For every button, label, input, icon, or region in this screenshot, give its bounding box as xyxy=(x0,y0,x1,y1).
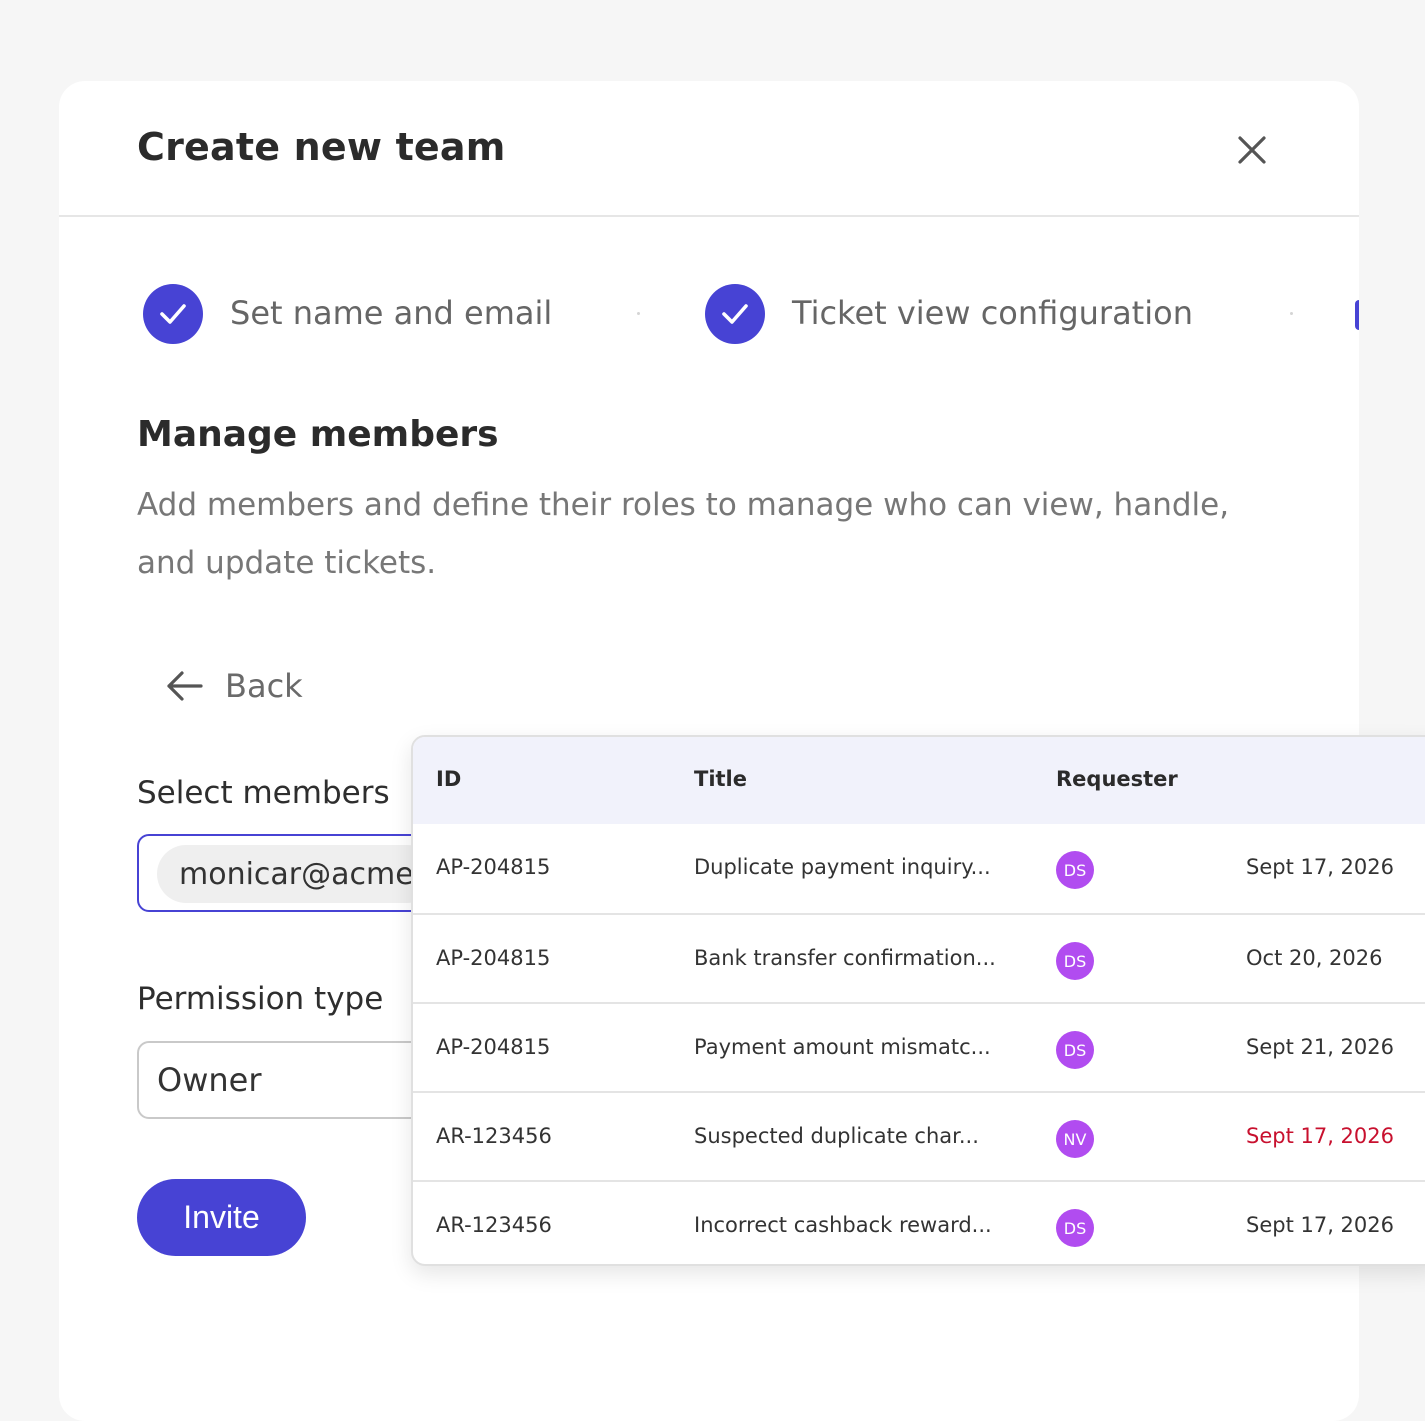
ticket-title: Bank transfer confirmation... xyxy=(694,946,996,970)
avatar: DS xyxy=(1056,851,1094,889)
ticket-date: Sept 17, 2026 xyxy=(1246,1213,1395,1237)
ticket-id: AP-204815 xyxy=(436,855,551,879)
back-button[interactable]: Back xyxy=(163,661,303,711)
table-row[interactable]: AP-204815 Payment amount mismatc... DS S… xyxy=(413,1002,1425,1091)
permission-value: Owner xyxy=(157,1061,262,1099)
arrow-left-icon xyxy=(167,671,203,701)
table-row[interactable]: AP-204815 Duplicate payment inquiry... D… xyxy=(413,824,1425,913)
permission-type-label: Permission type xyxy=(137,981,384,1017)
step-1-check xyxy=(143,284,203,344)
check-icon xyxy=(722,304,748,324)
tickets-table: ID Title Requester AP-204815 Duplicate p… xyxy=(411,735,1425,1266)
step-separator xyxy=(1290,312,1293,315)
table-header: ID Title Requester xyxy=(413,737,1425,824)
ticket-title: Payment amount mismatc... xyxy=(694,1035,991,1059)
avatar: DS xyxy=(1056,942,1094,980)
ticket-date-overdue: Sept 17, 2026 xyxy=(1246,1124,1395,1148)
avatar: NV xyxy=(1056,1120,1094,1158)
select-members-label: Select members xyxy=(137,775,390,811)
step-2-check xyxy=(705,284,765,344)
avatar: DS xyxy=(1056,1031,1094,1069)
table-row[interactable]: AP-204815 Bank transfer confirmation... … xyxy=(413,913,1425,1002)
invite-button[interactable]: Invite xyxy=(137,1179,306,1256)
table-row[interactable]: AR-123456 Incorrect cashback reward... D… xyxy=(413,1180,1425,1264)
table-row[interactable]: AR-123456 Suspected duplicate char... NV… xyxy=(413,1091,1425,1180)
ticket-date: Sept 21, 2026 xyxy=(1246,1035,1395,1059)
ticket-date: Oct 20, 2026 xyxy=(1246,946,1383,970)
avatar: DS xyxy=(1056,1209,1094,1247)
ticket-date: Sept 17, 2026 xyxy=(1246,855,1395,879)
section-description: Add members and define their roles to ma… xyxy=(137,487,1230,581)
step-separator xyxy=(637,312,640,315)
ticket-title: Duplicate payment inquiry... xyxy=(694,855,991,879)
ticket-id: AP-204815 xyxy=(436,1035,551,1059)
ticket-title: Suspected duplicate char... xyxy=(694,1124,979,1148)
ticket-title: Incorrect cashback reward... xyxy=(694,1213,992,1237)
column-header-requester[interactable]: Requester xyxy=(1056,767,1178,791)
column-header-title[interactable]: Title xyxy=(694,767,747,791)
modal-title: Create new team xyxy=(137,125,506,169)
step-2-label[interactable]: Ticket view configuration xyxy=(792,294,1193,332)
step-1-label[interactable]: Set name and email xyxy=(230,294,552,332)
back-label: Back xyxy=(225,667,303,705)
ticket-id: AP-204815 xyxy=(436,946,551,970)
close-icon xyxy=(1238,136,1266,164)
ticket-id: AR-123456 xyxy=(436,1124,552,1148)
member-chip[interactable]: monicar@acme xyxy=(157,845,436,903)
close-button[interactable] xyxy=(1233,131,1271,169)
section-title: Manage members xyxy=(137,414,499,455)
check-icon xyxy=(160,304,186,324)
step-3-indicator xyxy=(1355,300,1359,330)
ticket-id: AR-123456 xyxy=(436,1213,552,1237)
column-header-id[interactable]: ID xyxy=(436,767,461,791)
modal-header: Create new team xyxy=(59,81,1359,217)
